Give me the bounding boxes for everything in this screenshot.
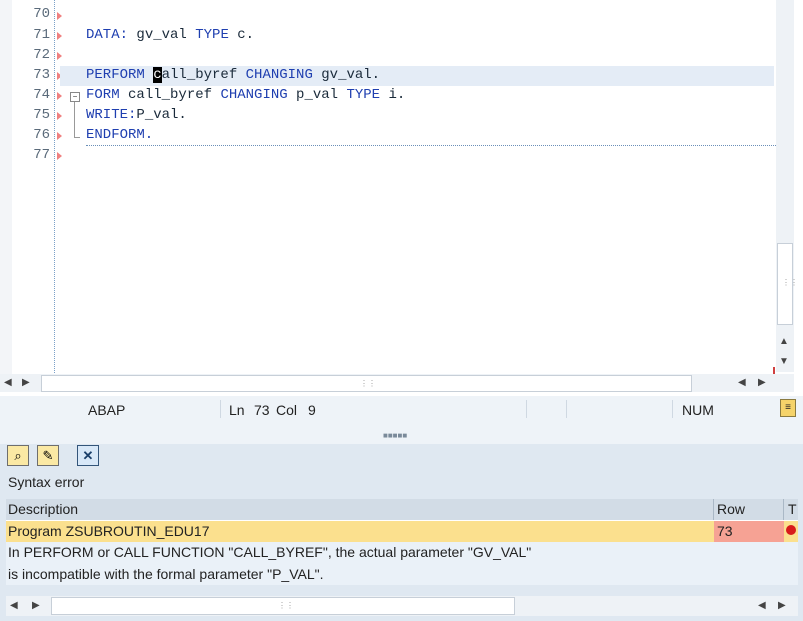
code-text: c.: [228, 27, 255, 43]
status-separator: [526, 400, 527, 418]
code-keyword: WRITE:: [86, 107, 137, 123]
block-end-separator: [86, 145, 776, 146]
scroll-right-icon[interactable]: ▶: [778, 600, 786, 611]
scroll-left-icon[interactable]: ◀: [758, 600, 766, 611]
code-keyword: TYPE: [346, 87, 381, 103]
line-number: 71: [33, 27, 50, 43]
fold-guide-end: [74, 137, 80, 138]
line-number: 73: [33, 67, 50, 83]
scroll-right-icon[interactable]: ▶: [22, 377, 30, 388]
change-marker-icon: [57, 52, 62, 60]
status-ln-value: 73: [254, 402, 270, 418]
code-keyword: CHANGING: [220, 87, 288, 103]
error-message-line: is incompatible with the formal paramete…: [8, 566, 324, 582]
code-keyword: ENDFORM.: [86, 127, 154, 143]
code-keyword: FORM: [86, 87, 120, 103]
change-marker-icon: [57, 32, 62, 40]
code-text: gv_val: [128, 27, 196, 43]
panel-title: Syntax error: [8, 474, 85, 490]
status-num: NUM: [682, 402, 714, 418]
line-number: 77: [33, 147, 50, 163]
column-header-description[interactable]: Description: [8, 501, 78, 517]
glasses-icon[interactable]: ⌕: [7, 445, 29, 466]
error-status-icon: [786, 525, 796, 535]
status-col-value: 9: [308, 402, 316, 418]
change-marker-icon: [57, 152, 62, 160]
line-number: 75: [33, 107, 50, 123]
scroll-right-icon[interactable]: ▶: [32, 600, 40, 611]
gutter-divider: [54, 0, 56, 375]
code-line-73[interactable]: PERFORM call_byref CHANGING gv_val.: [86, 67, 380, 83]
table-header: Description Row T: [6, 499, 798, 520]
code-keyword: TYPE: [195, 27, 229, 43]
error-row-description: Program ZSUBROUTIN_EDU17: [8, 523, 210, 539]
status-separator: [672, 400, 673, 418]
scroll-down-icon[interactable]: ▼: [777, 356, 791, 367]
grip-icon: ⋮⋮: [278, 601, 294, 610]
close-icon[interactable]: ✕: [77, 445, 99, 466]
status-separator: [220, 400, 221, 418]
fold-collapse-icon[interactable]: −: [70, 92, 80, 102]
fold-guide: [74, 102, 75, 138]
horizontal-scrollbar-thumb[interactable]: ⋮⋮: [41, 375, 692, 392]
status-col-label: Col: [276, 402, 298, 418]
code-text: P_val.: [136, 107, 187, 123]
error-row-row: 73: [717, 523, 733, 539]
code-keyword: CHANGING: [245, 67, 313, 83]
column-header-row[interactable]: Row: [717, 501, 745, 517]
column-separator: [713, 499, 714, 520]
line-number-gutter: 70 71 72 73 74 75 76 77: [12, 0, 54, 375]
code-text: all_byref: [161, 67, 246, 83]
notes-icon[interactable]: ≡: [780, 399, 796, 417]
panel-scrollbar-thumb[interactable]: ⋮⋮: [51, 597, 515, 615]
code-text: p_val: [287, 87, 347, 103]
code-line-75[interactable]: WRITE:P_val.: [86, 107, 187, 123]
scroll-left-icon[interactable]: ◀: [10, 600, 18, 611]
code-keyword: DATA:: [86, 27, 129, 43]
scroll-left-icon[interactable]: ◀: [738, 377, 746, 388]
code-text: gv_val.: [312, 67, 381, 83]
change-marker-icon: [57, 92, 62, 100]
text-cursor: c: [153, 67, 162, 83]
line-number: 76: [33, 127, 50, 143]
line-number: 70: [33, 6, 50, 22]
pencil-icon[interactable]: ✎: [37, 445, 59, 466]
change-marker-icon: [57, 12, 62, 20]
scroll-right-icon[interactable]: ▶: [758, 377, 766, 388]
code-line-71[interactable]: DATA: gv_val TYPE c.: [86, 27, 254, 43]
status-ln-label: Ln: [229, 402, 245, 418]
line-number: 74: [33, 87, 50, 103]
line-number: 72: [33, 47, 50, 63]
splitter-grip-icon: ■■■■■: [383, 431, 408, 440]
status-bar: ABAP Ln 73 Col 9 NUM ≡: [0, 396, 803, 426]
scroll-up-icon[interactable]: ▲: [777, 336, 791, 347]
change-marker-icon: [57, 112, 62, 120]
grip-icon: ⋮⋮: [782, 278, 798, 287]
code-line-76[interactable]: ENDFORM.: [86, 127, 153, 143]
code-keyword: PERFORM: [86, 67, 145, 83]
column-header-type[interactable]: T: [788, 501, 797, 517]
code-line-74[interactable]: FORM call_byref CHANGING p_val TYPE i.: [86, 87, 405, 103]
scroll-left-icon[interactable]: ◀: [4, 377, 12, 388]
panel-splitter[interactable]: ■■■■■: [0, 426, 803, 444]
code-text: i.: [380, 87, 406, 103]
vertical-scrollbar-thumb[interactable]: ⋮⋮: [777, 243, 798, 325]
error-message-line: In PERFORM or CALL FUNCTION "CALL_BYREF"…: [8, 544, 532, 560]
grip-icon: ⋮⋮: [360, 379, 376, 388]
status-language: ABAP: [88, 402, 126, 418]
column-separator: [783, 499, 784, 520]
code-text: call_byref: [119, 87, 221, 103]
change-marker-icon: [57, 132, 62, 140]
code-editor[interactable]: 70 71 72 73 74 75 76 77 DATA: gv_val TYP…: [0, 0, 803, 396]
status-separator: [566, 400, 567, 418]
